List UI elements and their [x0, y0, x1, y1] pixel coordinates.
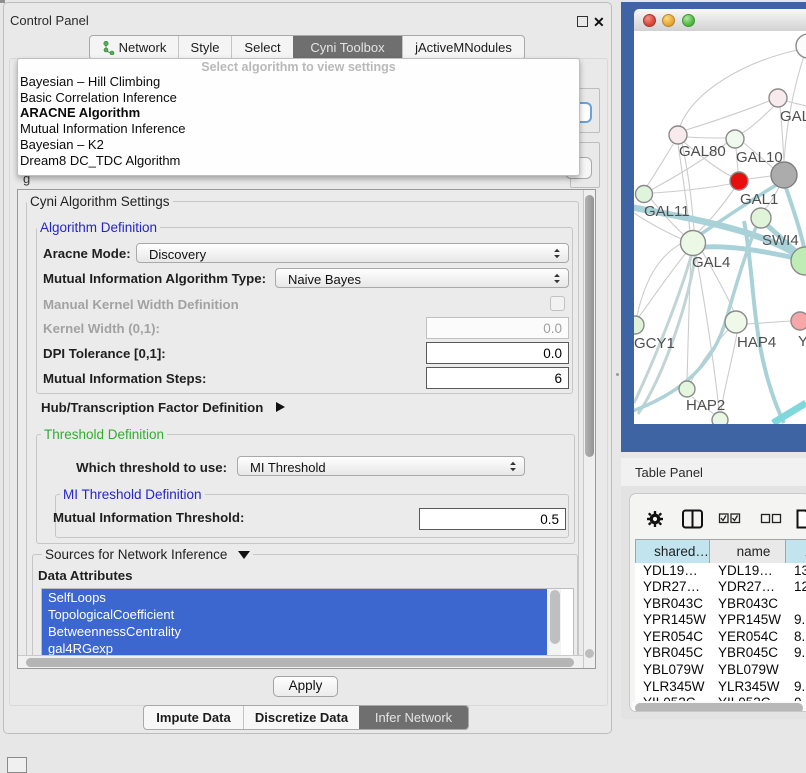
svg-text:GCY1: GCY1 [634, 335, 675, 352]
svg-text:GAL1: GAL1 [740, 191, 778, 208]
svg-text:HAP4: HAP4 [737, 334, 776, 351]
svg-text:GAL2: GAL2 [780, 108, 806, 125]
svg-text:GAL11: GAL11 [644, 203, 690, 220]
svg-text:GAL10: GAL10 [736, 149, 783, 166]
svg-text:SWI4: SWI4 [762, 232, 799, 249]
svg-text:GAL4: GAL4 [692, 254, 730, 271]
svg-text:Y: Y [798, 333, 806, 350]
svg-text:HAP2: HAP2 [686, 397, 725, 414]
svg-text:GAL80: GAL80 [679, 143, 726, 160]
